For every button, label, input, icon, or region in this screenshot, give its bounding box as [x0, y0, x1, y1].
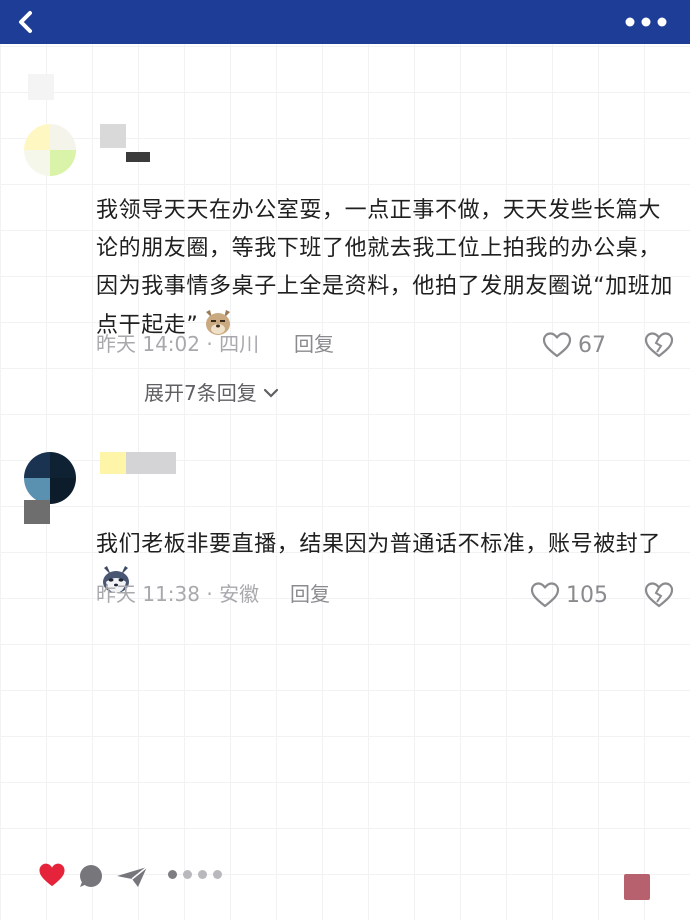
reply-button[interactable]: 回复 — [290, 580, 330, 608]
like-count: 67 — [578, 332, 606, 358]
expand-replies-button[interactable]: 展开7条回复 — [144, 379, 279, 407]
like-count: 105 — [566, 582, 608, 608]
avatar-overflow-block — [24, 500, 50, 524]
share-arrow-icon[interactable] — [116, 866, 148, 888]
broken-heart-icon[interactable] — [644, 580, 674, 610]
bottom-toolbar — [0, 852, 690, 920]
comment-bubble-icon[interactable] — [78, 864, 104, 888]
username-blurred[interactable] — [100, 124, 152, 162]
page-dots-icon — [168, 870, 222, 879]
expand-replies-label: 展开7条回复 — [144, 381, 257, 405]
avatar[interactable] — [24, 124, 76, 176]
heart-outline-icon — [530, 582, 560, 608]
like-button[interactable]: 67 — [542, 330, 606, 360]
faint-placeholder-block — [28, 74, 54, 100]
reply-button[interactable]: 回复 — [294, 330, 334, 358]
heart-icon[interactable] — [38, 862, 66, 888]
heart-outline-icon — [542, 332, 572, 358]
top-nav-bar — [0, 0, 690, 44]
chevron-down-icon — [263, 388, 278, 398]
avatar[interactable] — [24, 452, 76, 504]
decorative-corner-block — [624, 874, 650, 900]
comment-text: 我领导天天在办公室耍，一点正事不做，天天发些长篇大论的朋友圈，等我下班了他就去我… — [96, 198, 673, 338]
like-button[interactable]: 105 — [530, 580, 608, 610]
more-dots-icon[interactable] — [624, 12, 668, 32]
timestamp-location: 昨天 14:02 · 四川 — [96, 332, 260, 356]
username-blurred[interactable] — [100, 452, 176, 474]
timestamp-location: 昨天 11:38 · 安徽 — [96, 582, 260, 606]
broken-heart-icon[interactable] — [644, 330, 674, 360]
chevron-left-icon[interactable] — [12, 8, 40, 36]
